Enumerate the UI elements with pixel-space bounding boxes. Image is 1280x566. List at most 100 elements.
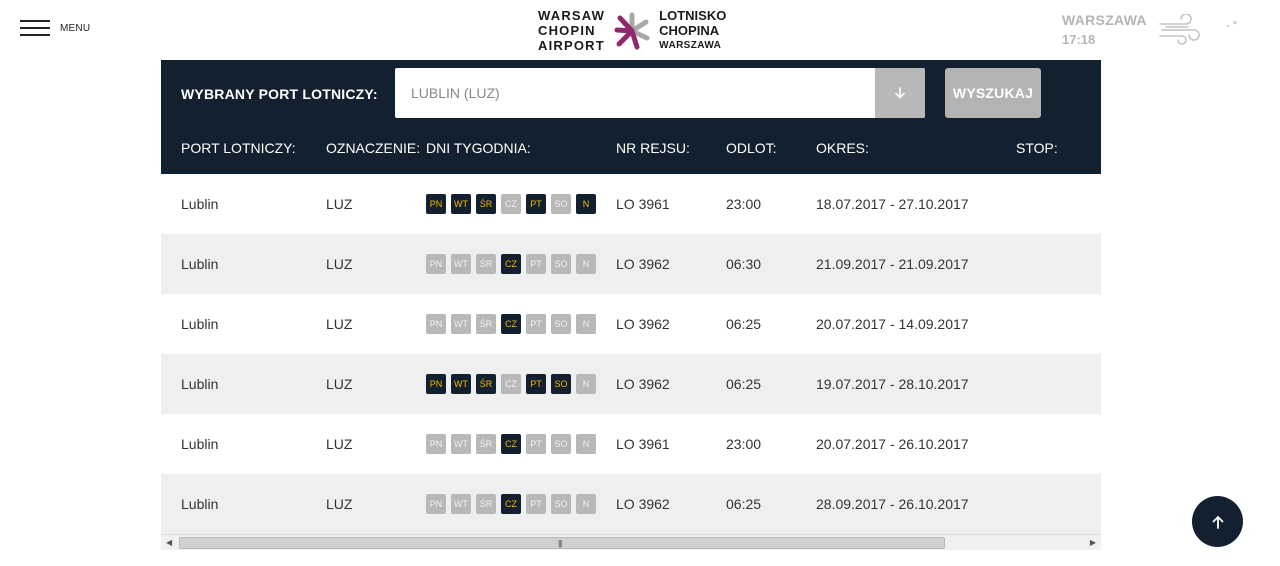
weekday-badge: SO	[551, 194, 571, 214]
cell-flight: LO 3962	[616, 256, 670, 272]
weekday-badge: WT	[451, 194, 471, 214]
table-row: Lublin LUZ LO 3961 23:00 18.07.2017 - 27.10.…	[161, 174, 1101, 234]
horizontal-scrollbar[interactable]: ◀ ||| ▶	[161, 534, 1101, 550]
cell-port: Lublin	[181, 376, 219, 392]
weekday-badge: PT	[526, 254, 546, 274]
cell-flight: LO 3961	[616, 196, 670, 212]
cell-departure: 06:30	[726, 256, 762, 272]
weekday-badge: PT	[526, 494, 546, 514]
cell-period: 28.09.2017 - 26.10.2017	[816, 496, 969, 512]
column-header-port: PORT LOTNICZY:	[181, 140, 296, 156]
weekday-badges: PN WT ŚR CZ PT SO N	[426, 314, 601, 334]
arrow-up-icon	[1212, 515, 1223, 529]
cell-period: 19.07.2017 - 28.10.2017	[816, 376, 969, 392]
weekday-badge: PN	[426, 254, 446, 274]
hamburger-icon	[20, 20, 50, 36]
weather-widget: WARSZAWA 17:18	[1062, 12, 1147, 47]
port-label: WYBRANY PORT LOTNICZY:	[181, 86, 378, 102]
weekday-badge: PT	[526, 194, 546, 214]
column-header-code: OZNACZENIE:	[326, 140, 421, 156]
cell-code: LUZ	[326, 376, 353, 392]
cell-period: 18.07.2017 - 27.10.2017	[816, 196, 969, 212]
weather-city: WARSZAWA	[1062, 12, 1147, 28]
weekday-badges: PN WT ŚR CZ PT SO N	[426, 194, 601, 214]
cell-period: 20.07.2017 - 26.10.2017	[816, 436, 969, 452]
weekday-badge: PT	[526, 434, 546, 454]
weekday-badge: PN	[426, 374, 446, 394]
table-header: PORT LOTNICZY: OZNACZENIE: DNI TYGODNIA:…	[161, 140, 1101, 160]
cell-code: LUZ	[326, 196, 353, 212]
weekday-badge: WT	[451, 374, 471, 394]
wind-icon	[1159, 14, 1200, 45]
airport-logo[interactable]: WARSAW CHOPIN AIRPORT LOTNISKO CHOPINA W…	[538, 8, 726, 53]
column-header-flight: NR REJSU:	[616, 140, 690, 156]
scroll-to-top-button[interactable]	[1192, 496, 1243, 547]
site-header: MENU WARSAW CHOPIN AIRPORT LOTNISKO CHOP…	[0, 0, 1280, 60]
weekday-badge: N	[576, 494, 596, 514]
weekday-badge: ŚR	[476, 434, 496, 454]
weekday-badge: CZ	[501, 194, 521, 214]
weekday-badge: WT	[451, 434, 471, 454]
cell-port: Lublin	[181, 316, 219, 332]
cell-departure: 23:00	[726, 436, 762, 452]
weekday-badge: ŚR	[476, 194, 496, 214]
cell-code: LUZ	[326, 256, 353, 272]
weekday-badge: WT	[451, 494, 471, 514]
cell-port: Lublin	[181, 196, 219, 212]
weekday-badge: PN	[426, 494, 446, 514]
weekday-badge: CZ	[501, 374, 521, 394]
weekday-badge: WT	[451, 254, 471, 274]
flight-table: Lublin LUZ LO 3961 23:00 18.07.2017 - 27.10.…	[161, 174, 1101, 534]
search-button[interactable]: WYSZUKAJ	[945, 68, 1041, 118]
scroll-left-icon[interactable]: ◀	[166, 538, 172, 547]
temperature-value: - °	[1226, 20, 1238, 32]
weekday-badge: SO	[551, 494, 571, 514]
weekday-badge: ŚR	[476, 254, 496, 274]
weekday-badge: N	[576, 434, 596, 454]
weekday-badge: ŚR	[476, 314, 496, 334]
cell-code: LUZ	[326, 316, 353, 332]
weekday-badge: PT	[526, 374, 546, 394]
weekday-badge: PN	[426, 434, 446, 454]
scrollbar-thumb[interactable]: |||	[179, 537, 945, 549]
weekday-badge: CZ	[501, 494, 521, 514]
logo-line: AIRPORT	[538, 38, 605, 53]
weekday-badge: CZ	[501, 434, 521, 454]
weekday-badge: N	[576, 254, 596, 274]
cell-port: Lublin	[181, 256, 219, 272]
cell-code: LUZ	[326, 436, 353, 452]
weekday-badge: PT	[526, 314, 546, 334]
cell-port: Lublin	[181, 436, 219, 452]
column-header-departure: ODLOT:	[726, 140, 777, 156]
column-header-stop: STOP:	[1016, 140, 1058, 156]
port-select-toggle[interactable]	[875, 68, 925, 118]
cell-flight: LO 3961	[616, 436, 670, 452]
weekday-badge: N	[576, 374, 596, 394]
cell-departure: 06:25	[726, 316, 762, 332]
search-panel: WYBRANY PORT LOTNICZY: LUBLIN (LUZ) WYSZ…	[161, 60, 1101, 174]
weekday-badge: SO	[551, 314, 571, 334]
weekday-badge: WT	[451, 314, 471, 334]
cell-flight: LO 3962	[616, 496, 670, 512]
logo-line: LOTNISKO	[659, 8, 727, 23]
weather-time: 17:18	[1062, 32, 1096, 47]
weekday-badge: CZ	[501, 314, 521, 334]
table-row: Lublin LUZ LO 3962 06:30 21.09.2017 - 21.09.…	[161, 234, 1101, 294]
weekday-badge: SO	[551, 254, 571, 274]
logo-line: CHOPIN	[538, 23, 596, 38]
table-row: Lublin LUZ LO 3962 06:25 20.07.2017 - 14.09.…	[161, 294, 1101, 354]
weekday-badge: CZ	[501, 254, 521, 274]
menu-button[interactable]: MENU	[20, 20, 90, 36]
table-row: Lublin LUZ LO 3961 23:00 20.07.2017 - 26.10.…	[161, 414, 1101, 474]
arrow-down-icon	[895, 87, 905, 99]
weekday-badge: N	[576, 194, 596, 214]
weekday-badge: SO	[551, 374, 571, 394]
cell-period: 20.07.2017 - 14.09.2017	[816, 316, 969, 332]
weekday-badges: PN WT ŚR CZ PT SO N	[426, 434, 601, 454]
scroll-right-icon[interactable]: ▶	[1090, 538, 1096, 547]
cell-departure: 06:25	[726, 496, 762, 512]
weekday-badge: SO	[551, 434, 571, 454]
table-row: Lublin LUZ LO 3962 06:25 19.07.2017 - 28.10.…	[161, 354, 1101, 414]
port-select[interactable]: LUBLIN (LUZ)	[395, 68, 925, 118]
column-header-days: DNI TYGODNIA:	[426, 140, 531, 156]
